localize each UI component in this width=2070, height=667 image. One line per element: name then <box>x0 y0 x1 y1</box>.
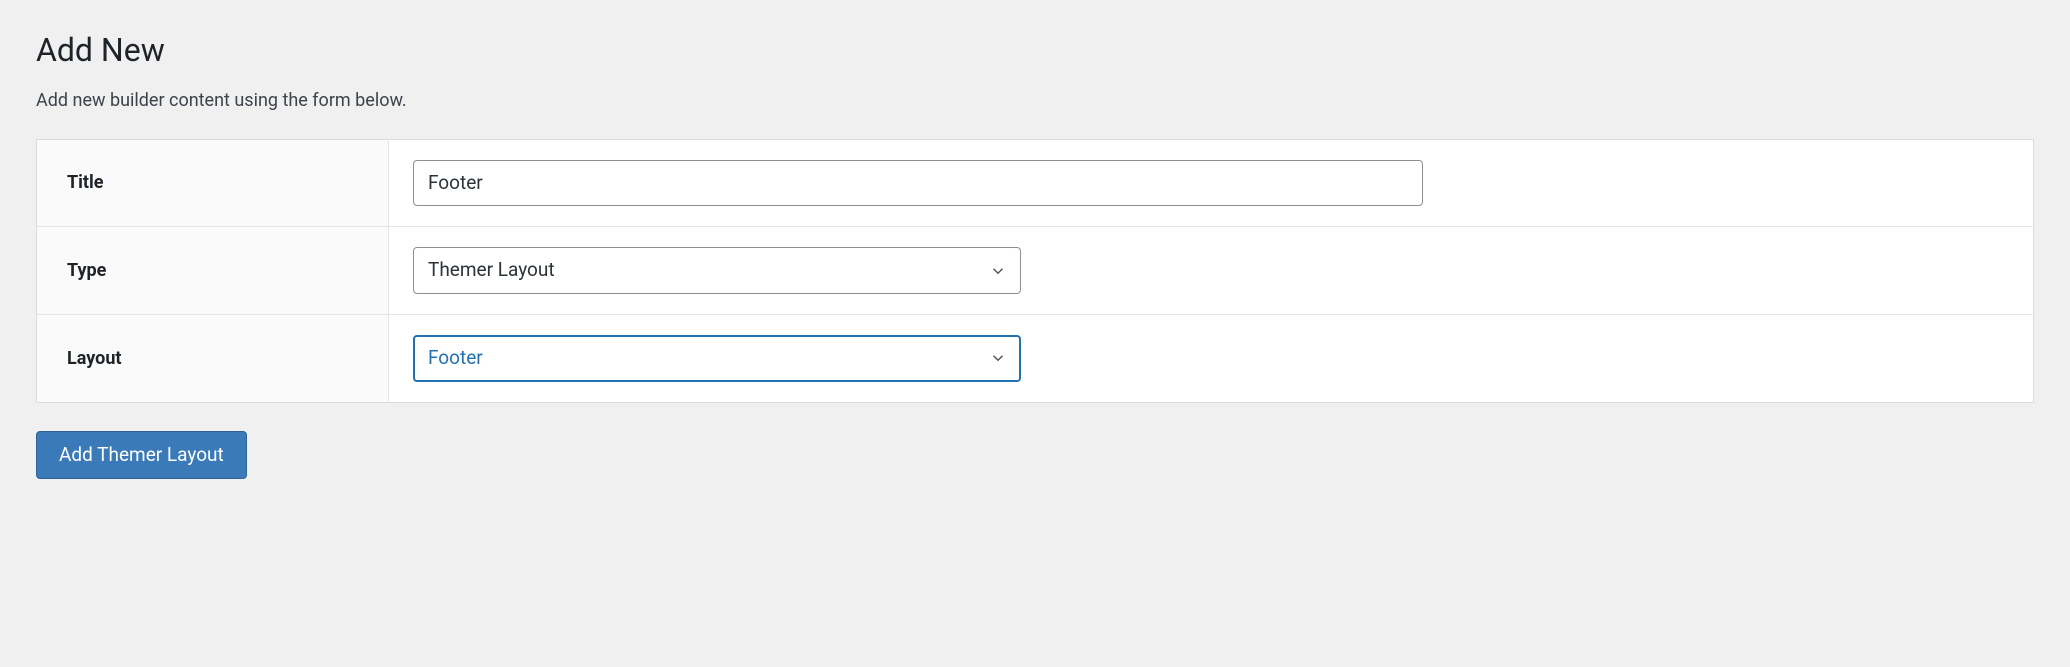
type-cell: Themer Layout <box>389 227 2034 315</box>
title-cell <box>389 139 2034 227</box>
form-row-type: Type Themer Layout <box>37 227 2034 315</box>
layout-select-wrapper: Footer <box>413 335 1021 382</box>
layout-cell: Footer <box>389 314 2034 402</box>
title-label: Title <box>37 139 389 227</box>
form-row-title: Title <box>37 139 2034 227</box>
layout-label: Layout <box>37 314 389 402</box>
form-row-layout: Layout Footer <box>37 314 2034 402</box>
layout-select[interactable]: Footer <box>413 335 1021 382</box>
type-label: Type <box>37 227 389 315</box>
add-themer-layout-button[interactable]: Add Themer Layout <box>36 431 247 480</box>
page-description: Add new builder content using the form b… <box>36 90 2034 111</box>
form-table: Title Type Themer Layout Layout <box>36 139 2034 403</box>
type-select[interactable]: Themer Layout <box>413 247 1021 294</box>
type-select-wrapper: Themer Layout <box>413 247 1021 294</box>
title-input[interactable] <box>413 160 1423 207</box>
page-title: Add New <box>36 30 2034 72</box>
